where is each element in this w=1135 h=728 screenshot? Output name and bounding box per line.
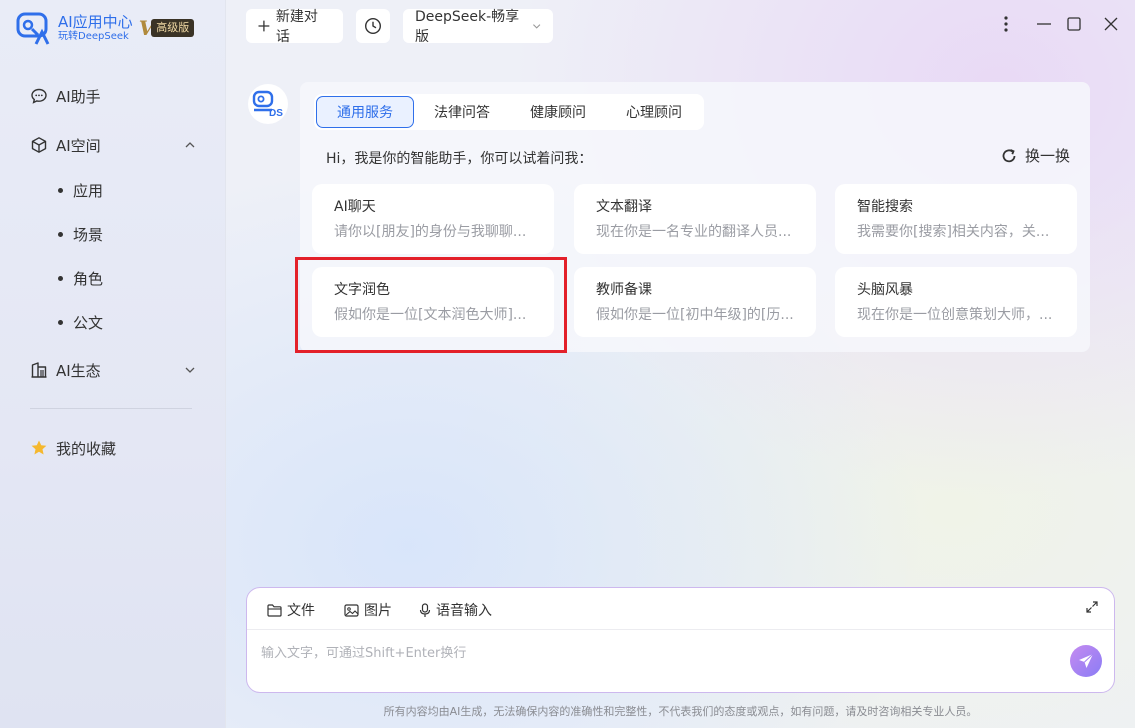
file-label: 文件: [287, 600, 315, 620]
sidebar-divider: [30, 408, 192, 409]
ds-logo-icon: DS: [252, 90, 284, 118]
image-upload-button[interactable]: 图片: [344, 600, 392, 620]
building-icon: [30, 361, 48, 379]
sidebar-item-label: AI助手: [56, 86, 101, 107]
sidebar-item-favorites[interactable]: 我的收藏: [30, 434, 196, 462]
brand-subtitle: 玩转DeepSeek: [58, 31, 133, 43]
microphone-icon: [419, 603, 431, 618]
message-input[interactable]: [261, 640, 1041, 666]
vip-badge: V 高级版: [139, 18, 195, 38]
card-description: 假如你是一位[初中年级]的[历...: [596, 306, 794, 324]
maximize-icon[interactable]: [1064, 14, 1084, 34]
chevron-up-icon[interactable]: [184, 139, 196, 151]
sidebar: AI应用中心 玩转DeepSeek V 高级版 AI助手 AI空间 应用 场景 …: [0, 0, 226, 728]
assistant-avatar: DS: [248, 84, 288, 124]
sidebar-subitem-label: 场景: [73, 224, 103, 245]
prompt-card[interactable]: 文本翻译 现在你是一名专业的翻译人员...: [574, 184, 816, 254]
star-icon: [30, 439, 48, 457]
brand-title: AI应用中心: [58, 13, 133, 31]
image-icon: [344, 604, 359, 617]
brand[interactable]: AI应用中心 玩转DeepSeek V 高级版: [16, 10, 194, 46]
sidebar-subitem-documents[interactable]: 公文: [58, 310, 103, 334]
new-chat-label: 新建对话: [276, 6, 331, 46]
service-tabs: 通用服务 法律问答 健康顾问 心理顾问: [314, 94, 704, 130]
more-menu-icon[interactable]: [996, 14, 1016, 34]
history-button[interactable]: [356, 9, 390, 43]
refresh-icon: [1001, 148, 1017, 164]
sidebar-item-ai-space[interactable]: AI空间: [30, 131, 196, 159]
folder-icon: [267, 604, 282, 617]
model-select[interactable]: DeepSeek-畅享版: [403, 9, 553, 43]
main-area: 新建对话 DeepSeek-畅享版 DS 通用服务 法律问答 健康顾问 心理顾问: [226, 0, 1135, 728]
prompt-card[interactable]: 教师备课 假如你是一位[初中年级]的[历...: [574, 267, 816, 337]
file-upload-button[interactable]: 文件: [267, 600, 315, 620]
card-description: 请你以[朋友]的身份与我聊聊...: [334, 223, 532, 241]
card-title: 教师备课: [596, 281, 794, 299]
sidebar-subitem-apps[interactable]: 应用: [58, 178, 103, 202]
bullet-dot: [58, 232, 63, 237]
greeting-text: Hi，我是你的智能助手，你可以试着问我：: [326, 148, 592, 168]
model-select-value: DeepSeek-畅享版: [415, 6, 526, 46]
card-description: 现在你是一位创意策划大师，...: [857, 306, 1055, 324]
prompt-card[interactable]: 头脑风暴 现在你是一位创意策划大师，...: [835, 267, 1077, 337]
sidebar-item-ai-ecosystem[interactable]: AI生态: [30, 356, 196, 384]
prompt-card[interactable]: 智能搜索 我需要你[搜索]相关内容，关...: [835, 184, 1077, 254]
bullet-dot: [58, 320, 63, 325]
refresh-label: 换一换: [1025, 145, 1070, 166]
sidebar-item-label: AI空间: [56, 135, 101, 156]
minimize-icon[interactable]: [1034, 14, 1054, 34]
sidebar-subitem-label: 角色: [73, 268, 103, 289]
chat-input-box: 文件 图片 语音输入: [246, 587, 1115, 693]
card-title: 智能搜索: [857, 198, 1055, 216]
voice-input-label: 语音输入: [436, 600, 492, 620]
chevron-down-icon: [532, 21, 541, 31]
brand-logo-icon: [16, 10, 52, 46]
clock-icon: [364, 17, 382, 35]
sidebar-subitem-label: 应用: [73, 180, 103, 201]
tab-psychology-advisor[interactable]: 心理顾问: [606, 96, 702, 128]
new-chat-button[interactable]: 新建对话: [246, 9, 343, 43]
close-icon[interactable]: [1101, 14, 1121, 34]
sidebar-item-ai-assistant[interactable]: AI助手: [30, 82, 196, 110]
chevron-down-icon[interactable]: [184, 364, 196, 376]
disclaimer-text: 所有内容均由AI生成，无法确保内容的准确性和完整性，不代表我们的态度或观点，如有…: [226, 703, 1135, 719]
tab-general-service[interactable]: 通用服务: [316, 96, 414, 128]
cube-icon: [30, 136, 48, 154]
chat-bubble-icon: [30, 87, 48, 105]
highlight-box: [295, 257, 567, 353]
expand-icon[interactable]: [1086, 601, 1098, 613]
sidebar-item-label: 我的收藏: [56, 438, 116, 459]
image-label: 图片: [364, 600, 392, 620]
send-icon: [1078, 653, 1094, 669]
vip-badge-label: 高级版: [151, 19, 194, 37]
card-title: 文本翻译: [596, 198, 794, 216]
plus-icon: [258, 20, 270, 32]
prompt-card[interactable]: AI聊天 请你以[朋友]的身份与我聊聊...: [312, 184, 554, 254]
send-button[interactable]: [1070, 645, 1102, 677]
card-title: AI聊天: [334, 198, 532, 216]
svg-text:DS: DS: [269, 108, 283, 118]
tab-legal-qa[interactable]: 法律问答: [414, 96, 510, 128]
sidebar-subitem-label: 公文: [73, 312, 103, 333]
card-description: 我需要你[搜索]相关内容，关...: [857, 223, 1055, 241]
bullet-dot: [58, 276, 63, 281]
card-title: 头脑风暴: [857, 281, 1055, 299]
sidebar-item-label: AI生态: [56, 360, 101, 381]
sidebar-subitem-scenes[interactable]: 场景: [58, 222, 103, 246]
voice-input-button[interactable]: 语音输入: [419, 600, 492, 620]
sidebar-subitem-roles[interactable]: 角色: [58, 266, 103, 290]
tab-health-advisor[interactable]: 健康顾问: [510, 96, 606, 128]
refresh-button[interactable]: 换一换: [1001, 145, 1070, 166]
input-divider: [247, 629, 1114, 630]
card-description: 现在你是一名专业的翻译人员...: [596, 223, 794, 241]
bullet-dot: [58, 188, 63, 193]
